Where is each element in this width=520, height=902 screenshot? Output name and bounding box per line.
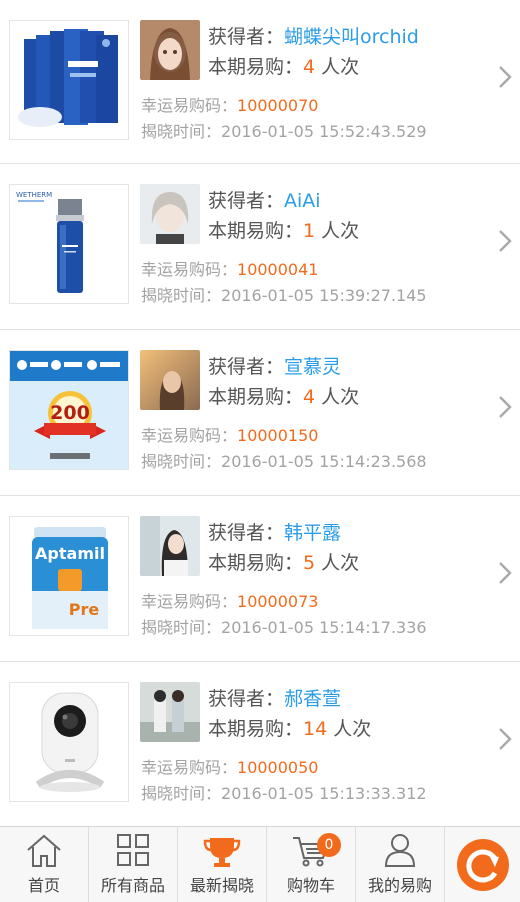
tab-latest-results[interactable]: 最新揭晓	[178, 827, 267, 902]
tab-label: 最新揭晓	[189, 876, 254, 895]
time-label: 揭晓时间：	[141, 784, 222, 803]
chevron-right-icon[interactable]	[498, 64, 512, 90]
svg-text:Pre: Pre	[69, 600, 100, 619]
code-label: 幸运易购码：	[141, 96, 238, 115]
winner-name[interactable]: 郝香萱	[284, 688, 341, 710]
chevron-right-icon[interactable]	[498, 394, 512, 420]
winner-label: 获得者：	[208, 26, 285, 48]
couple-portrait-avatar	[140, 682, 200, 742]
purchase-label: 本期易购：	[208, 552, 304, 574]
winner-label: 获得者：	[208, 522, 285, 544]
winner-name[interactable]: 蝴蝶尖叫orchid	[284, 26, 419, 48]
lucky-code: 10000041	[237, 260, 319, 279]
lucky-code: 10000150	[237, 426, 319, 445]
tab-cart[interactable]: 购物车 0	[267, 827, 356, 902]
purchase-unit: 人次	[321, 56, 360, 78]
lucky-code: 10000070	[237, 96, 319, 115]
purchase-unit: 人次	[333, 718, 372, 740]
reveal-time: 2016-01-05 15:13:33.312	[221, 784, 427, 803]
girl-reading-avatar	[140, 516, 200, 576]
winner-name[interactable]: AiAi	[284, 190, 321, 212]
svg-text:WETHERM: WETHERM	[16, 191, 52, 199]
girl-portrait-avatar	[140, 184, 200, 244]
list-item[interactable]: 获得者：蝴蝶尖叫orchid 本期易购：4 人次 幸运易购码：10000070 …	[0, 0, 520, 164]
tab-label: 首页	[27, 876, 60, 895]
purchase-count: 5	[303, 552, 316, 574]
svg-text:Aptamil: Aptamil	[35, 544, 105, 563]
grid-icon	[117, 834, 149, 866]
sunset-portrait-avatar	[140, 350, 200, 410]
reveal-time: 2016-01-05 15:14:23.568	[221, 452, 427, 471]
list-item[interactable]: 200 获得者：宣慕灵 本期易购：4 人次 幸运易购码：10000150 揭晓时…	[0, 330, 520, 496]
winner-label: 获得者：	[208, 190, 285, 212]
purchase-count: 14	[303, 718, 328, 740]
lucky-code: 10000050	[237, 758, 319, 777]
purchase-count: 4	[303, 386, 316, 408]
result-list: 获得者：蝴蝶尖叫orchid 本期易购：4 人次 幸运易购码：10000070 …	[0, 0, 520, 828]
winner-name[interactable]: 宣慕灵	[284, 356, 341, 378]
code-label: 幸运易购码：	[141, 758, 238, 777]
product-image[interactable]: Aptamil Pre	[9, 516, 129, 636]
tab-label: 我的易购	[367, 876, 432, 895]
code-label: 幸运易购码：	[141, 592, 238, 611]
svg-text:200: 200	[50, 402, 90, 424]
tab-label: 购物车	[286, 876, 335, 895]
purchase-count: 4	[303, 56, 316, 78]
product-image[interactable]: 200	[9, 350, 129, 470]
product-image[interactable]: WETHERM	[9, 184, 129, 304]
winner-label: 获得者：	[208, 356, 285, 378]
refresh-icon	[456, 838, 509, 891]
bottom-tab-bar: 首页 所有商品 最新揭晓 购物车 0 我的易购	[0, 826, 520, 902]
purchase-label: 本期易购：	[208, 56, 304, 78]
list-item[interactable]: WETHERM 获得者：AiAi 本期易购：1 人次 幸运易购码：1000004…	[0, 164, 520, 330]
code-label: 幸运易购码：	[141, 426, 238, 445]
home-icon	[27, 834, 61, 867]
refresh-button[interactable]	[445, 827, 520, 902]
winner-name[interactable]: 韩平露	[284, 522, 341, 544]
product-image[interactable]	[9, 20, 129, 140]
tab-my-account[interactable]: 我的易购	[356, 827, 445, 902]
purchase-unit: 人次	[321, 220, 360, 242]
reveal-time: 2016-01-05 15:14:17.336	[221, 618, 427, 637]
time-label: 揭晓时间：	[141, 122, 222, 141]
trophy-icon	[203, 838, 241, 867]
lucky-code: 10000073	[237, 592, 319, 611]
tab-label: 所有商品	[100, 876, 165, 895]
purchase-unit: 人次	[321, 552, 360, 574]
reveal-time: 2016-01-05 15:39:27.145	[221, 286, 427, 305]
purchase-label: 本期易购：	[208, 386, 304, 408]
list-item[interactable]: 获得者：郝香萱 本期易购：14 人次 幸运易购码：10000050 揭晓时间：2…	[0, 662, 520, 828]
chevron-right-icon[interactable]	[498, 726, 512, 752]
purchase-label: 本期易购：	[208, 220, 304, 242]
list-item[interactable]: Aptamil Pre 获得者：韩平露 本期易购：5 人次 幸运易购码：1000…	[0, 496, 520, 662]
tab-all-products[interactable]: 所有商品	[89, 827, 178, 902]
cart-count-badge: 0	[317, 833, 341, 857]
user-icon	[384, 834, 416, 867]
time-label: 揭晓时间：	[141, 286, 222, 305]
purchase-count: 1	[303, 220, 316, 242]
tab-home[interactable]: 首页	[0, 827, 89, 902]
chevron-right-icon[interactable]	[498, 228, 512, 254]
purchase-unit: 人次	[321, 386, 360, 408]
reveal-time: 2016-01-05 15:52:43.529	[221, 122, 427, 141]
purchase-label: 本期易购：	[208, 718, 304, 740]
chevron-right-icon[interactable]	[498, 560, 512, 586]
time-label: 揭晓时间：	[141, 618, 222, 637]
time-label: 揭晓时间：	[141, 452, 222, 471]
winner-label: 获得者：	[208, 688, 285, 710]
product-image[interactable]	[9, 682, 129, 802]
doll-portrait-avatar	[140, 20, 200, 80]
code-label: 幸运易购码：	[141, 260, 238, 279]
